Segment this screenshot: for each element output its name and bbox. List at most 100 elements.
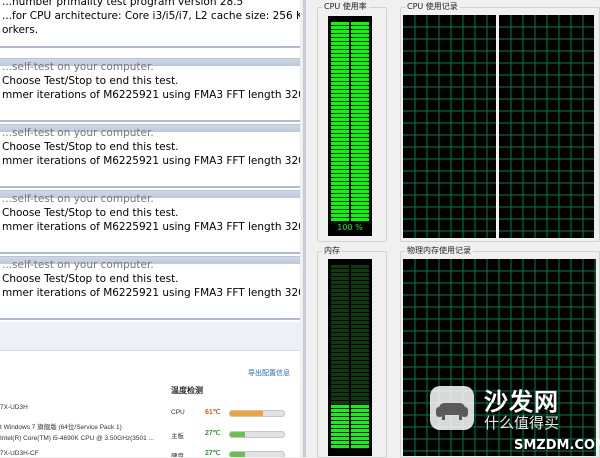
worker-line: mmer iterations of M6225921 using FMA3 F… [2,287,300,299]
meter-segment [331,357,349,360]
meter-segment [331,206,349,209]
meter-segment [351,50,369,53]
temp-value-motherboard: 27℃ [205,430,221,437]
meter-segment [331,98,349,101]
meter-segment [331,329,349,332]
meter-segment [351,106,369,109]
meter-segment [331,365,349,368]
meter-segment [331,385,349,388]
meter-segment [351,313,369,316]
meter-segment [351,138,369,141]
meter-segment [331,289,349,292]
meter-segment [351,325,369,328]
meter-segment [331,429,349,432]
worker-window-2[interactable]: ...self-test on your computer. Choose Te… [0,124,300,188]
meter-segment [331,309,349,312]
meter-segment [331,62,349,65]
prime95-main-window: ...number primality test program version… [0,0,300,48]
meter-segment [331,349,349,352]
meter-segment [351,345,369,348]
meter-segment [351,142,369,145]
meter-segment [331,190,349,193]
meter-segment [351,349,369,352]
meter-segment [331,182,349,185]
system-info-panel: 导出配置信息 7X-UD3H t Windows 7 旗舰版 (64位/Serv… [0,350,300,457]
meter-segment [331,130,349,133]
watermark: 沙发网 什么值得买 SMZDM.COM [430,382,600,457]
meter-segment [351,206,369,209]
meter-segment [331,210,349,213]
temp-bar-cpu [229,410,285,417]
worker-window-4[interactable]: ...self-test on your computer. Choose Te… [0,256,300,320]
meter-segment [331,86,349,89]
meter-segment [351,90,369,93]
sysinfo-row: Intel(R) Core(TM) i5-4690K CPU @ 3.50GHz… [0,435,154,442]
meter-segment [331,377,349,380]
watermark-url: SMZDM.COM [514,438,600,453]
worker-window-3[interactable]: ...self-test on your computer. Choose Te… [0,190,300,254]
meter-segment [351,154,369,157]
meter-segment [331,90,349,93]
meter-segment [331,122,349,125]
meter-segment [351,305,369,308]
meter-segment [351,190,369,193]
meter-segment [351,377,369,380]
meter-segment [351,417,369,420]
meter-segment [351,186,369,189]
worker-line: ...self-test on your computer. [2,193,154,205]
meter-segment [351,321,369,324]
window-edge [0,322,300,350]
memory-group: 内存 [317,245,387,458]
meter-segment [331,186,349,189]
meter-segment [351,401,369,404]
meter-segment [331,82,349,85]
meter-segment [351,421,369,424]
worker-line: ...self-test on your computer. [2,61,154,73]
cpu-usage-label: CPU 使用率 [322,1,369,12]
p95-main-line-1: ...for CPU architecture: Core i3/i5/i7, … [2,10,300,22]
meter-segment [331,106,349,109]
memory-meter-svg [331,265,369,448]
cpu-history-graph-1 [403,15,496,238]
meter-segment [331,58,349,61]
meter-segment [331,158,349,161]
meter-segment [331,421,349,424]
worker-line: Choose Test/Stop to end this test. [2,75,179,87]
meter-segment [351,281,369,284]
meter-segment [331,285,349,288]
meter-segment [331,317,349,320]
meter-segment [331,110,349,113]
meter-segment [351,389,369,392]
sofa-logo-svg [436,403,468,420]
meter-segment [331,313,349,316]
meter-segment [351,218,369,221]
meter-segment [351,441,369,444]
meter-segment [331,198,349,201]
meter-segment [351,82,369,85]
cpu-usage-percent: 100 % [337,223,363,232]
cpu-history-group: CPU 使用记录 [400,1,600,242]
meter-segment [331,170,349,173]
temp-bar-fill [230,411,264,416]
meter-segment [331,445,349,448]
meter-segment [351,293,369,296]
meter-segment [351,122,369,125]
meter-segment [331,74,349,77]
meter-segment [351,393,369,396]
export-config-link[interactable]: 导出配置信息 [248,368,290,378]
worker-window-1[interactable]: ...self-test on your computer. Choose Te… [0,58,300,122]
meter-segment [351,409,369,412]
meter-segment [351,429,369,432]
meter-segment [331,150,349,153]
meter-segment [351,210,369,213]
meter-segment [351,46,369,49]
meter-segment [331,397,349,400]
meter-segment [331,409,349,412]
worker-window-body: ...self-test on your computer. Choose Te… [0,127,300,188]
cpu-history-graph-2 [499,15,594,238]
meter-segment [351,98,369,101]
meter-segment [331,66,349,69]
meter-segment [331,202,349,205]
meter-segment [331,393,349,396]
sysinfo-row: 7X-UD3H-CF [0,450,39,457]
